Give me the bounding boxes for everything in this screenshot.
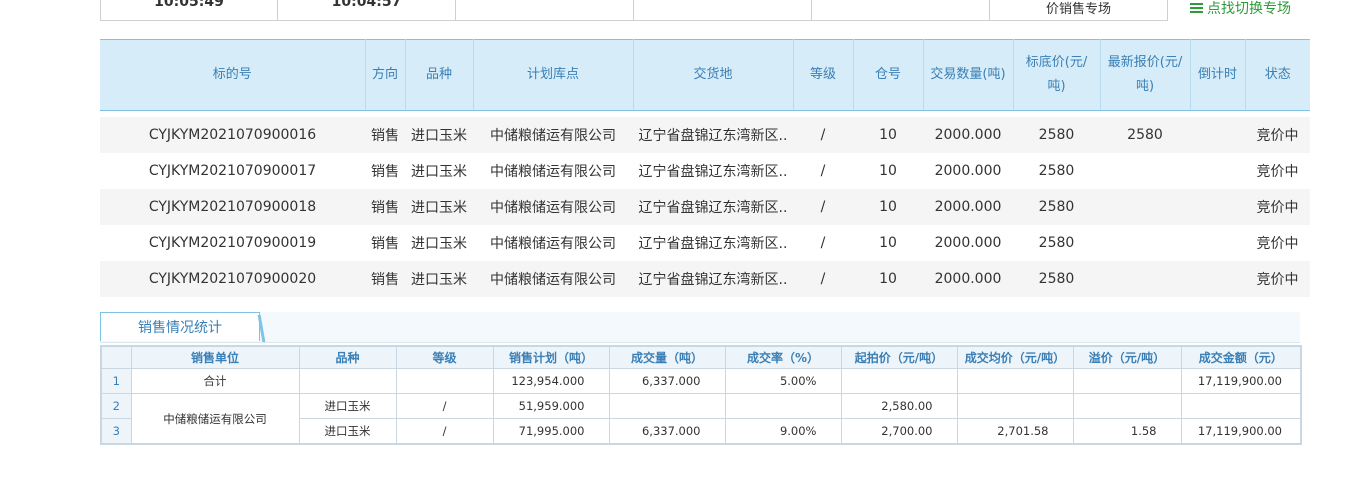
list-icon [1190, 2, 1203, 14]
table-row[interactable]: CYJKYM2021070900020 销售 进口玉米 中储粮储运有限公司 辽宁… [100, 261, 1310, 297]
status-badge: 竞价中 [1245, 189, 1310, 225]
col-start-price: 起拍价（元/吨） [840, 345, 958, 369]
switch-session-label: 点找切换专场 [1207, 1, 1291, 17]
status-badge: 竞价中 [1245, 117, 1310, 153]
col-base-price: 标底价(元/吨) [1013, 39, 1101, 111]
col-grade: 等级 [395, 345, 494, 369]
col-countdown: 倒计时 [1190, 39, 1246, 111]
col-delivery: 交货地 [633, 39, 794, 111]
col-direction: 方向 [365, 39, 406, 111]
tab-sales-stats[interactable]: 销售情况统计 [100, 312, 260, 341]
session-info-strip: 10:05:49 10:04:57 价销售专场 [100, 0, 1180, 22]
current-time: 10:04:57 [331, 0, 402, 10]
col-amount: 成交金额（元） [1180, 345, 1302, 369]
col-plan: 销售计划（吨） [492, 345, 610, 369]
stats-row: 2 中储粮储运有限公司 进口玉米 / 51,959.000 2,580.00 [100, 393, 1302, 445]
current-time-cell: 10:04:57 [278, 0, 456, 21]
sales-stats-section: 销售情况统计 销售单位 品种 等级 销售计划（吨） 成交量（吨） 成交率（%） … [100, 312, 1302, 445]
col-rate: 成交率（%） [724, 345, 842, 369]
table-row[interactable]: CYJKYM2021070900018 销售 进口玉米 中储粮储运有限公司 辽宁… [100, 189, 1310, 225]
col-code: 标的号 [100, 39, 366, 111]
col-variety: 品种 [405, 39, 474, 111]
auction-table-header: 标的号 方向 品种 计划库点 交货地 等级 仓号 交易数量(吨) 标底价(元/吨… [100, 39, 1310, 111]
switch-session-link[interactable]: 点找切换专场 [1190, 0, 1291, 18]
col-qty: 交易数量(吨) [923, 39, 1014, 111]
col-bin: 仓号 [853, 39, 924, 111]
stats-unit-name: 中储粮储运有限公司 [130, 393, 300, 445]
info-cell-4 [634, 0, 812, 21]
col-premium: 溢价（元/吨） [1072, 345, 1182, 369]
col-variety: 品种 [298, 345, 397, 369]
col-grade: 等级 [793, 39, 854, 111]
stats-header: 销售单位 品种 等级 销售计划（吨） 成交量（吨） 成交率（%） 起拍价（元/吨… [100, 345, 1302, 369]
session-name: 价销售专场 [1045, 2, 1111, 17]
info-cell-5 [812, 0, 990, 21]
start-time: 10:05:49 [154, 0, 224, 10]
info-cell-3 [456, 0, 634, 21]
col-volume: 成交量（吨） [608, 345, 726, 369]
latest-price: 2580 [1100, 117, 1190, 153]
col-status: 状态 [1245, 39, 1310, 111]
stats-tab-bar: 销售情况统计 [100, 312, 1300, 343]
auction-table: 标的号 方向 品种 计划库点 交货地 等级 仓号 交易数量(吨) 标底价(元/吨… [100, 39, 1310, 297]
table-row[interactable]: CYJKYM2021070900017 销售 进口玉米 中储粮储运有限公司 辽宁… [100, 153, 1310, 189]
status-badge: 竞价中 [1245, 261, 1310, 297]
start-time-cell: 10:05:49 [100, 0, 278, 21]
table-row[interactable]: CYJKYM2021070900019 销售 进口玉米 中储粮储运有限公司 辽宁… [100, 225, 1310, 261]
col-unit: 销售单位 [130, 345, 300, 369]
col-warehouse: 计划库点 [473, 39, 634, 111]
col-latest-price: 最新报价(元/吨) [1100, 39, 1191, 111]
sales-stats-table: 销售单位 品种 等级 销售计划（吨） 成交量（吨） 成交率（%） 起拍价（元/吨… [100, 345, 1302, 445]
status-badge: 竞价中 [1256, 164, 1299, 180]
session-name-cell: 价销售专场 [990, 0, 1168, 21]
stats-total-row: 1 合计 123,954.000 6,337.000 5.00% 17,119,… [100, 368, 1302, 394]
status-badge: 竞价中 [1256, 236, 1299, 252]
col-avg-price: 成交均价（元/吨） [956, 345, 1074, 369]
table-row[interactable]: CYJKYM2021070900016 销售 进口玉米 中储粮储运有限公司 辽宁… [100, 117, 1310, 153]
